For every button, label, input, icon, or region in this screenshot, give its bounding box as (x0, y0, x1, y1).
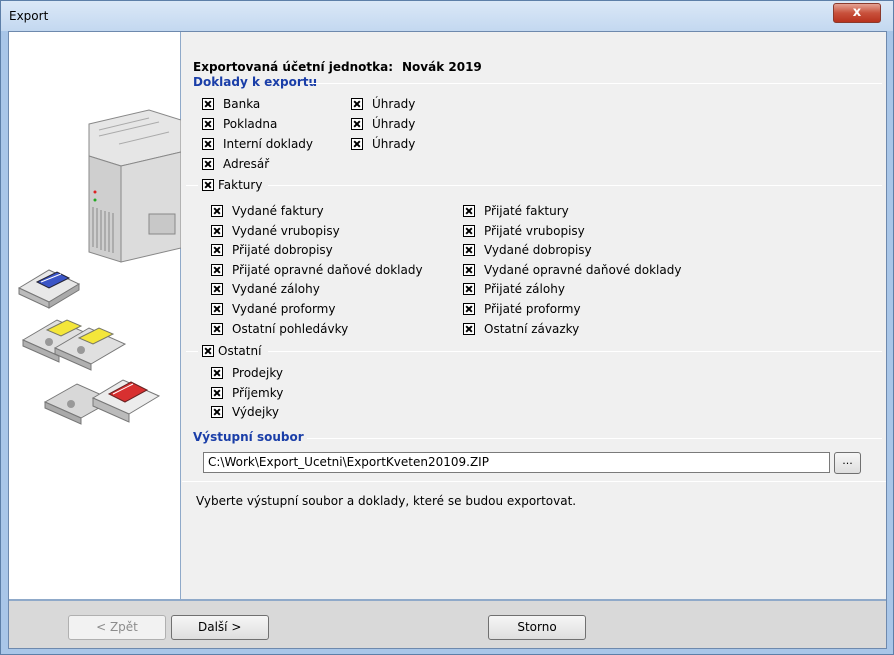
interni-doklady-label: Interní doklady (223, 137, 314, 151)
faktury-left-checkbox-1[interactable] (211, 225, 223, 237)
faktury-left-label-6: Ostatní pohledávky (232, 322, 349, 336)
close-icon: x (852, 5, 862, 20)
cancel-button[interactable]: Storno (488, 615, 586, 640)
output-section-header: Výstupní soubor (193, 430, 304, 444)
doklady-section-header: Doklady k exportu (193, 75, 318, 89)
faktury-right-checkbox-2[interactable] (463, 244, 475, 256)
interni-doklady-checkbox[interactable] (202, 138, 214, 150)
window-title: Export (9, 9, 49, 23)
banka-uhrady-label: Úhrady (372, 97, 416, 111)
faktury-right-checkbox-1[interactable] (463, 225, 475, 237)
faktury-right-checkbox-0[interactable] (463, 205, 475, 217)
faktury-left-label-1: Vydané vrubopisy (232, 224, 340, 238)
dialog-client-area: Exportovaná účetní jednotka: Novák 2019 … (8, 31, 887, 649)
faktury-right-label-1: Přijaté vrubopisy (484, 224, 585, 238)
faktury-right-label-3: Vydané opravné daňové doklady (484, 263, 682, 277)
faktury-left-checkbox-2[interactable] (211, 244, 223, 256)
faktury-right-checkbox-5[interactable] (463, 303, 475, 315)
faktury-left-label-0: Vydané faktury (232, 204, 324, 218)
entity-label: Exportovaná účetní jednotka: (193, 60, 394, 74)
hint-text: Vyberte výstupní soubor a doklady, které… (196, 494, 577, 508)
faktury-left-checkbox-5[interactable] (211, 303, 223, 315)
faktury-left-label-2: Přijaté dobropisy (232, 243, 333, 257)
group-line (186, 351, 198, 352)
browse-button[interactable]: ... (834, 452, 861, 474)
faktury-right-label-5: Přijaté proformy (484, 302, 581, 316)
banka-checkbox[interactable] (202, 98, 214, 110)
group-line (186, 185, 198, 186)
prodejky-label: Prodejky (232, 366, 283, 380)
faktury-left-label-4: Vydané zálohy (232, 282, 320, 296)
section-divider (307, 438, 882, 439)
export-dialog: Export x Exportovaná účetní jednotka: No… (0, 0, 894, 655)
floppy-disk-red-icon (43, 379, 161, 425)
faktury-left-checkbox-6[interactable] (211, 323, 223, 335)
vydejky-label: Výdejky (232, 405, 279, 419)
adresar-checkbox[interactable] (202, 158, 214, 170)
interni-uhrady-checkbox[interactable] (351, 138, 363, 150)
faktury-left-checkbox-3[interactable] (211, 264, 223, 276)
entity-name: Novák 2019 (402, 60, 482, 74)
close-button[interactable]: x (833, 3, 881, 23)
banka-label: Banka (223, 97, 261, 111)
faktury-right-checkbox-6[interactable] (463, 323, 475, 335)
ostatni-group-label: Ostatní (218, 344, 262, 358)
prodejky-checkbox[interactable] (211, 367, 223, 379)
pokladna-uhrady-label: Úhrady (372, 117, 416, 131)
faktury-group-checkbox[interactable] (202, 179, 214, 191)
group-line (268, 351, 882, 352)
faktury-right-label-0: Přijaté faktury (484, 204, 569, 218)
banka-uhrady-checkbox[interactable] (351, 98, 363, 110)
content-panel: Exportovaná účetní jednotka: Novák 2019 … (182, 32, 886, 599)
pokladna-checkbox[interactable] (202, 118, 214, 130)
pokladna-label: Pokladna (223, 117, 278, 131)
section-divider (182, 481, 886, 482)
next-button[interactable]: Další > (171, 615, 269, 640)
faktury-left-label-3: Přijaté opravné daňové doklady (232, 263, 423, 277)
pokladna-uhrady-checkbox[interactable] (351, 118, 363, 130)
faktury-right-label-6: Ostatní závazky (484, 322, 580, 336)
illustration-panel (9, 32, 181, 599)
faktury-left-checkbox-4[interactable] (211, 283, 223, 295)
back-button[interactable]: < Zpět (68, 615, 166, 640)
title-bar[interactable]: Export x (1, 1, 893, 31)
prijemky-checkbox[interactable] (211, 387, 223, 399)
output-path-input[interactable]: C:\Work\Export_Ucetni\ExportKveten20109.… (203, 452, 830, 473)
adresar-label: Adresář (223, 157, 270, 171)
group-line (268, 185, 882, 186)
faktury-group-label: Faktury (218, 178, 263, 192)
faktury-left-label-5: Vydané proformy (232, 302, 336, 316)
section-divider (307, 83, 882, 84)
button-bar: < Zpět Další > Storno (9, 599, 886, 648)
faktury-right-label-2: Vydané dobropisy (484, 243, 592, 257)
interni-uhrady-label: Úhrady (372, 137, 416, 151)
vydejky-checkbox[interactable] (211, 406, 223, 418)
faktury-right-checkbox-3[interactable] (463, 264, 475, 276)
faktury-right-checkbox-4[interactable] (463, 283, 475, 295)
prijemky-label: Příjemky (232, 386, 284, 400)
ostatni-group-checkbox[interactable] (202, 345, 214, 357)
faktury-left-checkbox-0[interactable] (211, 205, 223, 217)
faktury-right-label-4: Přijaté zálohy (484, 282, 565, 296)
